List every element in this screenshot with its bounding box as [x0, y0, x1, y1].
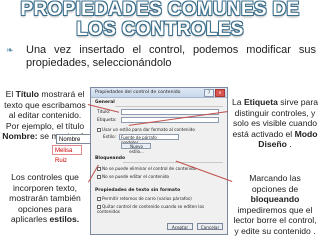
tag-label: Etiqueta: — [97, 118, 117, 123]
multiline-checkbox[interactable]: Permitir retornos de carro (varios párra… — [97, 196, 192, 201]
preview-field: Melisa Ruiz — [52, 145, 82, 164]
ok-button[interactable]: Aceptar — [167, 223, 193, 230]
use-style-checkbox[interactable]: Usar un estilo para dar formato al conte… — [97, 127, 195, 132]
lock-delete-checkbox[interactable]: No se puede eliminar el control de conte… — [97, 166, 196, 171]
title-label: Título: — [97, 110, 111, 115]
slide-title-line1: PROPIEDADES COMUNES DE — [20, 0, 300, 20]
section-plain-text: Propiedades de texto sin formato — [95, 188, 181, 193]
remove-when-edited-checkbox[interactable]: Quitar control de contenido cuando se ed… — [97, 204, 227, 214]
bullet-icon: ❧ — [6, 45, 14, 55]
style-label: Estilo: — [103, 135, 117, 140]
help-icon[interactable]: ? — [204, 89, 214, 97]
dialog-titlebar: Propiedades del control de contenido ? ✕ — [91, 88, 227, 98]
slide-title: PROPIEDADES COMUNES DE LOS CONTROLES — [0, 0, 320, 40]
section-locking: Bloqueando — [95, 156, 126, 161]
style-select[interactable]: Fuente de párrafo predeter... — [119, 134, 179, 145]
bullet-line2: propiedades, seleccionándolo — [26, 57, 172, 69]
close-icon[interactable]: ✕ — [215, 89, 225, 97]
bullet-line1: Una vez insertado el control, podemos mo… — [26, 44, 316, 56]
tag-note: La Etiqueta sirve para distinguir contro… — [232, 97, 318, 149]
lock-note: Marcando las opciones de bloqueando impe… — [233, 173, 317, 236]
section-general: General — [95, 100, 115, 105]
slide-title-line2: LOS CONTROLES — [76, 19, 244, 40]
lock-edit-checkbox[interactable]: No se puede editar el contenido — [97, 174, 169, 179]
cancel-button[interactable]: Cancelar — [197, 223, 223, 230]
preview-title-tag: Nombre — [56, 134, 92, 144]
styles-note: Los controles que incorporen texto, most… — [9, 172, 81, 224]
dialog-title: Propiedades del control de contenido — [95, 90, 181, 95]
new-style-button[interactable]: Nuevo estilo... — [121, 143, 151, 154]
